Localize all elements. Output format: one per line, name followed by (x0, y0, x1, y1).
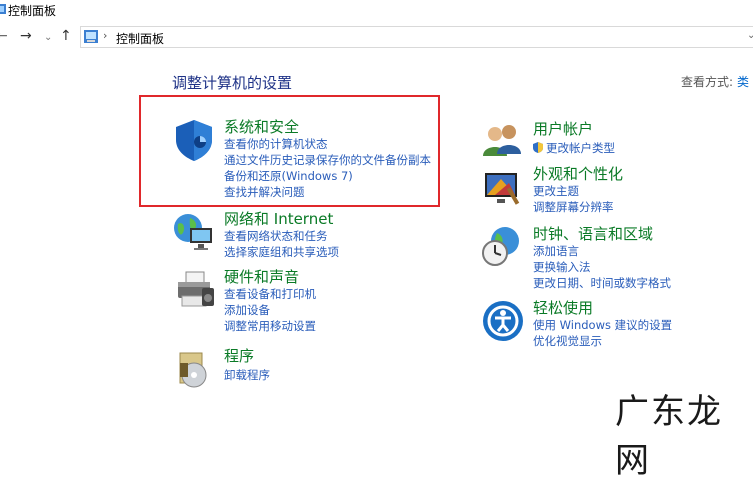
view-by-dropdown[interactable]: 类 (737, 75, 749, 89)
highlight-box (139, 95, 440, 207)
link-recommended-settings[interactable]: 使用 Windows 建议的设置 (533, 318, 672, 332)
link-optimize-visual-display[interactable]: 优化视觉显示 (533, 334, 602, 348)
category-title[interactable]: 外观和个性化 (533, 165, 623, 183)
category-title[interactable]: 轻松使用 (533, 299, 593, 317)
link-homegroup-sharing[interactable]: 选择家庭组和共享选项 (224, 245, 339, 259)
link-devices-printers[interactable]: 查看设备和打印机 (224, 287, 316, 301)
control-panel-icon (0, 4, 6, 14)
back-arrow-icon[interactable]: ← (0, 28, 8, 44)
category-appearance: 外观和个性化 更改主题 调整屏幕分辨率 (481, 165, 741, 215)
users-icon[interactable] (481, 120, 525, 164)
link-uninstall-program[interactable]: 卸载程序 (224, 368, 270, 382)
link-change-theme[interactable]: 更改主题 (533, 184, 579, 198)
forward-arrow-icon[interactable]: → (20, 28, 32, 44)
category-hardware-sound: 硬件和声音 查看设备和打印机 添加设备 调整常用移动设置 (172, 268, 432, 334)
up-arrow-icon[interactable]: ↑ (60, 28, 72, 44)
category-title[interactable]: 网络和 Internet (224, 210, 333, 228)
title-bar: 控制面板 (0, 0, 753, 20)
category-user-accounts: 用户帐户 更改帐户类型 (481, 120, 741, 160)
printer-icon[interactable] (172, 268, 216, 312)
recent-locations-chevron-icon[interactable]: ⌄ (44, 30, 52, 46)
uac-shield-icon (533, 142, 543, 153)
breadcrumb[interactable]: 控制面板 (116, 30, 164, 47)
network-globe-icon[interactable] (172, 210, 216, 254)
link-mobility-settings[interactable]: 调整常用移动设置 (224, 319, 316, 333)
link-change-account-type[interactable]: 更改帐户类型 (533, 141, 615, 155)
category-programs: 程序 卸载程序 (172, 347, 432, 391)
window-title: 控制面板 (8, 4, 57, 18)
clock-globe-icon[interactable] (481, 225, 525, 269)
appearance-icon[interactable] (481, 165, 525, 209)
category-network-internet: 网络和 Internet 查看网络状态和任务 选择家庭组和共享选项 (172, 210, 432, 260)
address-field[interactable]: › 控制面板 ⌄ (80, 26, 753, 48)
category-ease-of-access: 轻松使用 使用 Windows 建议的设置 优化视觉显示 (481, 299, 741, 349)
navigation-bar: ← → ⌄ ↑ › 控制面板 ⌄ (0, 24, 753, 50)
category-clock-language-region: 时钟、语言和区域 添加语言 更换输入法 更改日期、时间或数字格式 (481, 225, 741, 291)
watermark: 广东龙网 (615, 392, 723, 481)
page-title: 调整计算机的设置 (172, 74, 293, 92)
view-by: 查看方式: 类 (681, 73, 749, 90)
program-disc-icon[interactable] (172, 347, 216, 391)
link-add-language[interactable]: 添加语言 (533, 244, 579, 258)
link-change-input-method[interactable]: 更换输入法 (533, 260, 591, 274)
link-screen-resolution[interactable]: 调整屏幕分辨率 (533, 200, 614, 214)
address-dropdown-chevron-icon[interactable]: ⌄ (747, 30, 753, 41)
category-title[interactable]: 程序 (224, 347, 254, 365)
category-title[interactable]: 硬件和声音 (224, 268, 299, 286)
category-title[interactable]: 时钟、语言和区域 (533, 225, 653, 243)
control-panel-icon (84, 30, 98, 43)
link-date-time-format[interactable]: 更改日期、时间或数字格式 (533, 276, 671, 290)
link-network-status[interactable]: 查看网络状态和任务 (224, 229, 328, 243)
breadcrumb-separator-icon: › (103, 29, 108, 42)
view-by-label: 查看方式: (681, 75, 734, 89)
category-title[interactable]: 用户帐户 (533, 120, 593, 138)
link-label: 更改帐户类型 (546, 141, 615, 155)
ease-of-access-icon[interactable] (481, 299, 525, 343)
link-add-device[interactable]: 添加设备 (224, 303, 270, 317)
